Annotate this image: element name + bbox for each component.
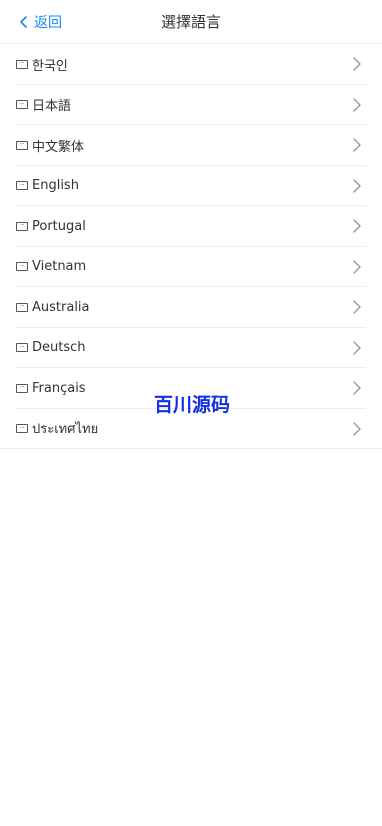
- chevron-right-icon: [353, 381, 361, 395]
- language-item-deutsch[interactable]: ··· Deutsch: [0, 327, 382, 368]
- flag-icon: ···: [16, 302, 28, 312]
- chevron-right-icon: [353, 219, 361, 233]
- language-label: Vietnam: [32, 259, 87, 275]
- chevron-right-icon: [353, 138, 361, 152]
- language-list: ··· 한국인 ··· 日本語 ··· 中文繁体 ··· English ···…: [0, 44, 382, 449]
- language-item-traditional-chinese[interactable]: ··· 中文繁体: [0, 125, 382, 166]
- page-title: 選擇語言: [160, 13, 221, 31]
- chevron-right-icon: [353, 260, 361, 274]
- flag-icon: ···: [16, 262, 28, 272]
- language-label: Français: [32, 380, 86, 396]
- chevron-right-icon: [353, 422, 361, 436]
- language-label: 日本語: [32, 99, 72, 115]
- flag-icon: ···: [16, 59, 28, 69]
- language-item-francais[interactable]: ··· Français: [0, 368, 382, 409]
- language-item-japanese[interactable]: ··· 日本語: [0, 84, 382, 125]
- language-label: Deutsch: [32, 340, 86, 356]
- language-label: Australia: [32, 299, 90, 315]
- chevron-right-icon: [353, 300, 361, 314]
- language-label: English: [32, 178, 79, 194]
- language-item-thai[interactable]: ··· ประเทศไทย: [0, 408, 382, 449]
- language-label: 中文繁体: [32, 139, 85, 155]
- chevron-right-icon: [353, 179, 361, 193]
- language-item-australia[interactable]: ··· Australia: [0, 287, 382, 328]
- language-label: Portugal: [32, 218, 86, 234]
- flag-icon: ···: [16, 221, 28, 231]
- language-item-vietnam[interactable]: ··· Vietnam: [0, 246, 382, 287]
- flag-icon: ···: [16, 424, 28, 434]
- flag-icon: ···: [16, 140, 28, 150]
- language-label: 한국인: [32, 58, 68, 74]
- chevron-right-icon: [353, 57, 361, 71]
- language-item-portugal[interactable]: ··· Portugal: [0, 206, 382, 247]
- chevron-right-icon: [353, 341, 361, 355]
- flag-icon: ···: [16, 100, 28, 110]
- flag-icon: ···: [16, 383, 28, 393]
- nav-bar: 返回 選擇語言: [0, 0, 382, 44]
- chevron-right-icon: [353, 98, 361, 112]
- flag-icon: ···: [16, 343, 28, 353]
- flag-icon: ···: [16, 181, 28, 191]
- language-item-english[interactable]: ··· English: [0, 165, 382, 206]
- language-label: ประเทศไทย: [32, 422, 99, 438]
- language-item-korean[interactable]: ··· 한국인: [0, 44, 382, 85]
